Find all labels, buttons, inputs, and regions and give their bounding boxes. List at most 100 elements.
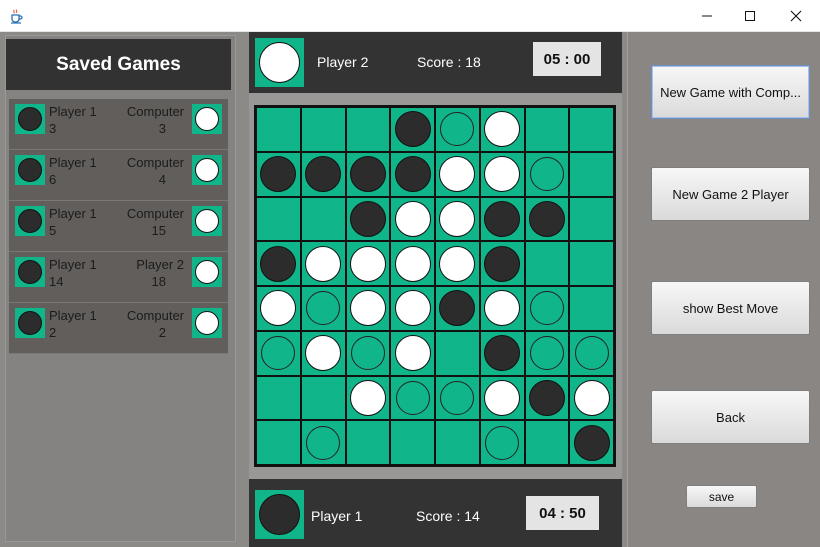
board-cell[interactable] (479, 151, 525, 197)
board-cell[interactable] (479, 107, 525, 152)
board-cell[interactable] (345, 330, 391, 376)
board-cell[interactable] (390, 286, 435, 331)
saved-game-row[interactable]: Player 1 5 Computer 15 (9, 201, 228, 252)
board-cell[interactable] (524, 330, 570, 376)
saved-games-list[interactable]: Player 1 3 Computer 3 Player 1 6 Computer 4 Play… (9, 99, 228, 354)
valid-move-hint[interactable] (574, 336, 609, 371)
left-player-disc-tile (15, 155, 45, 185)
board-cell[interactable] (256, 151, 301, 197)
valid-move-hint[interactable] (261, 336, 296, 371)
valid-move-hint[interactable] (529, 157, 564, 192)
board-cell[interactable] (435, 196, 480, 242)
board-cell[interactable] (256, 375, 301, 421)
board-cell[interactable] (256, 196, 301, 242)
board-cell[interactable] (256, 286, 301, 331)
board-cell[interactable] (435, 330, 480, 376)
board-cell[interactable] (524, 241, 570, 286)
board-cell[interactable] (569, 330, 614, 376)
board-cell[interactable] (524, 151, 570, 197)
board-cell[interactable] (479, 375, 525, 421)
saved-game-row[interactable]: Player 1 2 Computer 2 (9, 303, 228, 354)
white-disc (573, 379, 610, 416)
board-cell[interactable] (345, 107, 391, 152)
white-disc (305, 245, 342, 282)
board-cell[interactable] (435, 107, 480, 152)
new-game-computer-button[interactable]: New Game with Comp... (651, 65, 810, 119)
board-cell[interactable] (435, 420, 480, 465)
board-cell[interactable] (569, 420, 614, 465)
valid-move-hint[interactable] (440, 112, 475, 147)
board-cell[interactable] (524, 286, 570, 331)
save-button[interactable]: save (686, 485, 757, 508)
board-cell[interactable] (390, 107, 435, 152)
board-cell[interactable] (479, 330, 525, 376)
board-cell[interactable] (345, 286, 391, 331)
board-cell[interactable] (569, 107, 614, 152)
board-cell[interactable] (435, 241, 480, 286)
saved-game-row[interactable]: Player 1 3 Computer 3 (9, 99, 228, 150)
left-player-name: Player 1 (49, 257, 97, 272)
board-cell[interactable] (435, 375, 480, 421)
right-player-score: 15 (151, 223, 166, 238)
back-button[interactable]: Back (651, 390, 810, 444)
board-cell[interactable] (479, 196, 525, 242)
board-cell[interactable] (524, 196, 570, 242)
board-cell[interactable] (256, 241, 301, 286)
board-cell[interactable] (345, 420, 391, 465)
valid-move-hint[interactable] (306, 425, 341, 460)
valid-move-hint[interactable] (529, 336, 564, 371)
board-cell[interactable] (390, 375, 435, 421)
board-cell[interactable] (435, 286, 480, 331)
board-cell[interactable] (390, 241, 435, 286)
board-cell[interactable] (256, 420, 301, 465)
board-cell[interactable] (524, 375, 570, 421)
board-cell[interactable] (345, 151, 391, 197)
board-cell[interactable] (569, 196, 614, 242)
board-cell[interactable] (524, 107, 570, 152)
board-cell[interactable] (390, 420, 435, 465)
minimize-button[interactable] (684, 0, 730, 32)
board-cell[interactable] (300, 151, 346, 197)
show-best-move-button[interactable]: show Best Move (651, 281, 810, 335)
player-disc-icon (195, 311, 219, 335)
board-cell[interactable] (300, 241, 346, 286)
board-cell[interactable] (300, 375, 346, 421)
board-cell[interactable] (569, 286, 614, 331)
board-cell[interactable] (524, 420, 570, 465)
board-cell[interactable] (390, 330, 435, 376)
board-cell[interactable] (256, 330, 301, 376)
top-player-score: Score : 18 (417, 54, 481, 70)
valid-move-hint[interactable] (529, 291, 564, 326)
board-cell[interactable] (569, 151, 614, 197)
board-cell[interactable] (569, 375, 614, 421)
board-cell[interactable] (435, 151, 480, 197)
board-cell[interactable] (300, 107, 346, 152)
valid-move-hint[interactable] (306, 291, 341, 326)
top-player-name: Player 2 (317, 54, 369, 70)
board-cell[interactable] (390, 196, 435, 242)
valid-move-hint[interactable] (440, 380, 475, 415)
board-cell[interactable] (300, 330, 346, 376)
board-cell[interactable] (479, 286, 525, 331)
close-button[interactable] (773, 0, 819, 32)
board-cell[interactable] (300, 420, 346, 465)
board-cell[interactable] (345, 196, 391, 242)
valid-move-hint[interactable] (485, 425, 520, 460)
board-cell[interactable] (479, 241, 525, 286)
board-cell[interactable] (300, 196, 346, 242)
valid-move-hint[interactable] (395, 380, 430, 415)
board-cell[interactable] (256, 107, 301, 152)
maximize-button[interactable] (727, 0, 773, 32)
board-cell[interactable] (345, 241, 391, 286)
white-disc (439, 245, 476, 282)
game-board[interactable] (254, 105, 616, 467)
board-cell[interactable] (479, 420, 525, 465)
board-cell[interactable] (300, 286, 346, 331)
saved-game-row[interactable]: Player 1 6 Computer 4 (9, 150, 228, 201)
valid-move-hint[interactable] (350, 336, 385, 371)
new-game-2-player-button[interactable]: New Game 2 Player (651, 167, 810, 221)
saved-game-row[interactable]: Player 1 14 Player 2 18 (9, 252, 228, 303)
board-cell[interactable] (569, 241, 614, 286)
board-cell[interactable] (345, 375, 391, 421)
board-cell[interactable] (390, 151, 435, 197)
